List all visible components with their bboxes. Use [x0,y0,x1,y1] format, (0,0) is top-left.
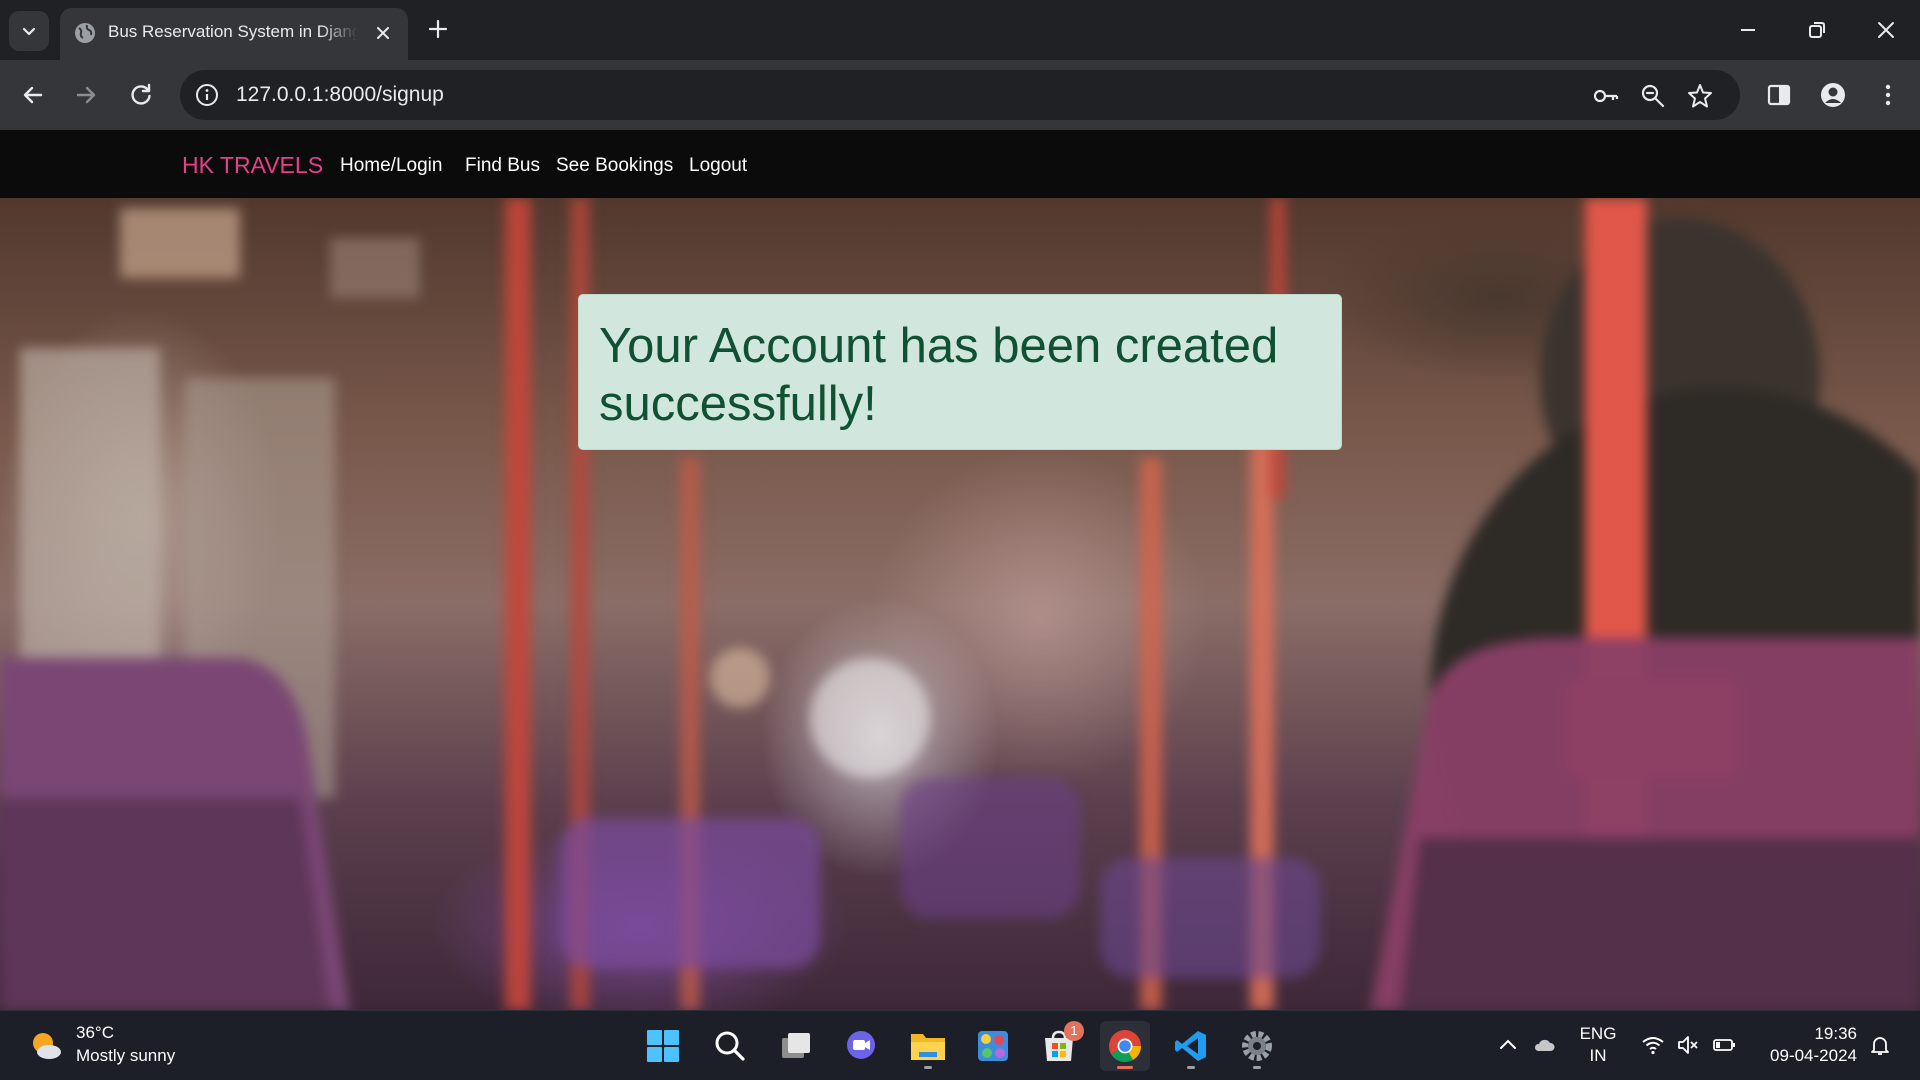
start-icon [647,1030,679,1062]
new-tab-icon[interactable] [425,16,451,42]
tab-title: Bus Reservation System in Django [108,22,358,41]
microsoft-store-button[interactable]: 1 [1034,1021,1084,1071]
nav-link-logout[interactable]: Logout [689,155,747,177]
chevron-down-icon [22,27,36,36]
url-text[interactable]: 127.0.0.1:8000/signup [236,83,444,107]
windows-taskbar: 36°C Mostly sunny 1 ENG IN 19:36 09-04-2… [0,1010,1920,1080]
volume-muted-icon[interactable] [1676,1033,1700,1057]
photo-app-icon [978,1031,1008,1061]
close-window-icon[interactable] [1871,15,1901,45]
restore-icon[interactable] [1802,15,1832,45]
browser-tab-strip: Bus Reservation System in Django [0,0,1920,60]
battery-icon[interactable] [1712,1033,1736,1057]
task-view-icon [782,1033,810,1058]
nav-link-see-bookings[interactable]: See Bookings [556,155,673,177]
nav-link-find-bus[interactable]: Find Bus [465,155,540,177]
file-explorer-button[interactable] [903,1021,953,1071]
forward-arrow-icon[interactable] [72,81,100,109]
chevron-up-icon[interactable] [1496,1033,1520,1057]
file-explorer-icon [911,1034,945,1060]
reload-icon[interactable] [127,81,155,109]
hero-bus-interior-background: Your Account has been created successful… [0,198,1920,1010]
clock-date: 09-04-2024 [1770,1046,1857,1065]
wifi-icon[interactable] [1641,1033,1665,1057]
chrome-icon [1109,1030,1141,1063]
site-info-icon[interactable] [194,82,220,108]
running-indicator [924,1066,932,1069]
password-key-icon[interactable] [1592,82,1620,110]
taskbar-search-button[interactable] [705,1021,755,1071]
language-indicator[interactable]: ENG IN [1578,1023,1618,1067]
browser-tab-active[interactable]: Bus Reservation System in Django [60,8,408,60]
teams-chat-icon [847,1031,875,1059]
nav-link-home-login[interactable]: Home/Login [340,155,442,177]
close-tab-icon[interactable] [372,22,394,44]
settings-button[interactable] [1232,1021,1282,1071]
zoom-icon[interactable] [1639,82,1667,110]
start-button[interactable] [638,1021,688,1071]
side-panel-icon[interactable] [1765,81,1793,109]
clock-time: 19:36 [1814,1024,1857,1043]
system-clock[interactable]: 19:36 09-04-2024 [1755,1023,1857,1067]
notification-badge: 1 [1064,1021,1084,1041]
search-icon [715,1031,745,1061]
running-indicator [1253,1066,1261,1069]
weather-condition[interactable]: Mostly sunny [76,1046,175,1066]
language-code: ENG [1579,1024,1617,1043]
vscode-button[interactable] [1166,1021,1216,1071]
active-indicator [1117,1066,1133,1069]
onedrive-cloud-icon[interactable] [1532,1033,1556,1057]
partly-sunny-icon[interactable] [28,1028,64,1064]
chrome-button[interactable] [1100,1021,1150,1071]
success-alert: Your Account has been created successful… [578,294,1342,450]
notifications-bell-icon[interactable] [1868,1033,1892,1057]
tab-search-button[interactable] [9,11,49,51]
vscode-icon [1175,1031,1206,1061]
weather-temperature[interactable]: 36°C [76,1023,114,1043]
success-alert-message: Your Account has been created successful… [599,319,1279,431]
profile-avatar-icon[interactable] [1819,81,1847,109]
photo-app-button[interactable] [968,1021,1018,1071]
site-navbar: HK TRAVELS Home/Login Find Bus See Booki… [0,130,1920,198]
back-arrow-icon[interactable] [19,81,47,109]
running-indicator [1187,1066,1195,1069]
teams-chat-button[interactable] [836,1021,886,1071]
more-menu-icon[interactable] [1874,81,1902,109]
bookmark-star-icon[interactable] [1686,82,1714,110]
browser-toolbar: 127.0.0.1:8000/signup [0,60,1920,130]
task-view-button[interactable] [771,1021,821,1071]
minimize-icon[interactable] [1733,15,1763,45]
globe-icon [75,23,95,43]
region-code: IN [1589,1046,1607,1065]
settings-icon [1242,1031,1272,1061]
brand-logo-link[interactable]: HK TRAVELS [182,152,323,179]
address-bar[interactable]: 127.0.0.1:8000/signup [180,70,1740,120]
